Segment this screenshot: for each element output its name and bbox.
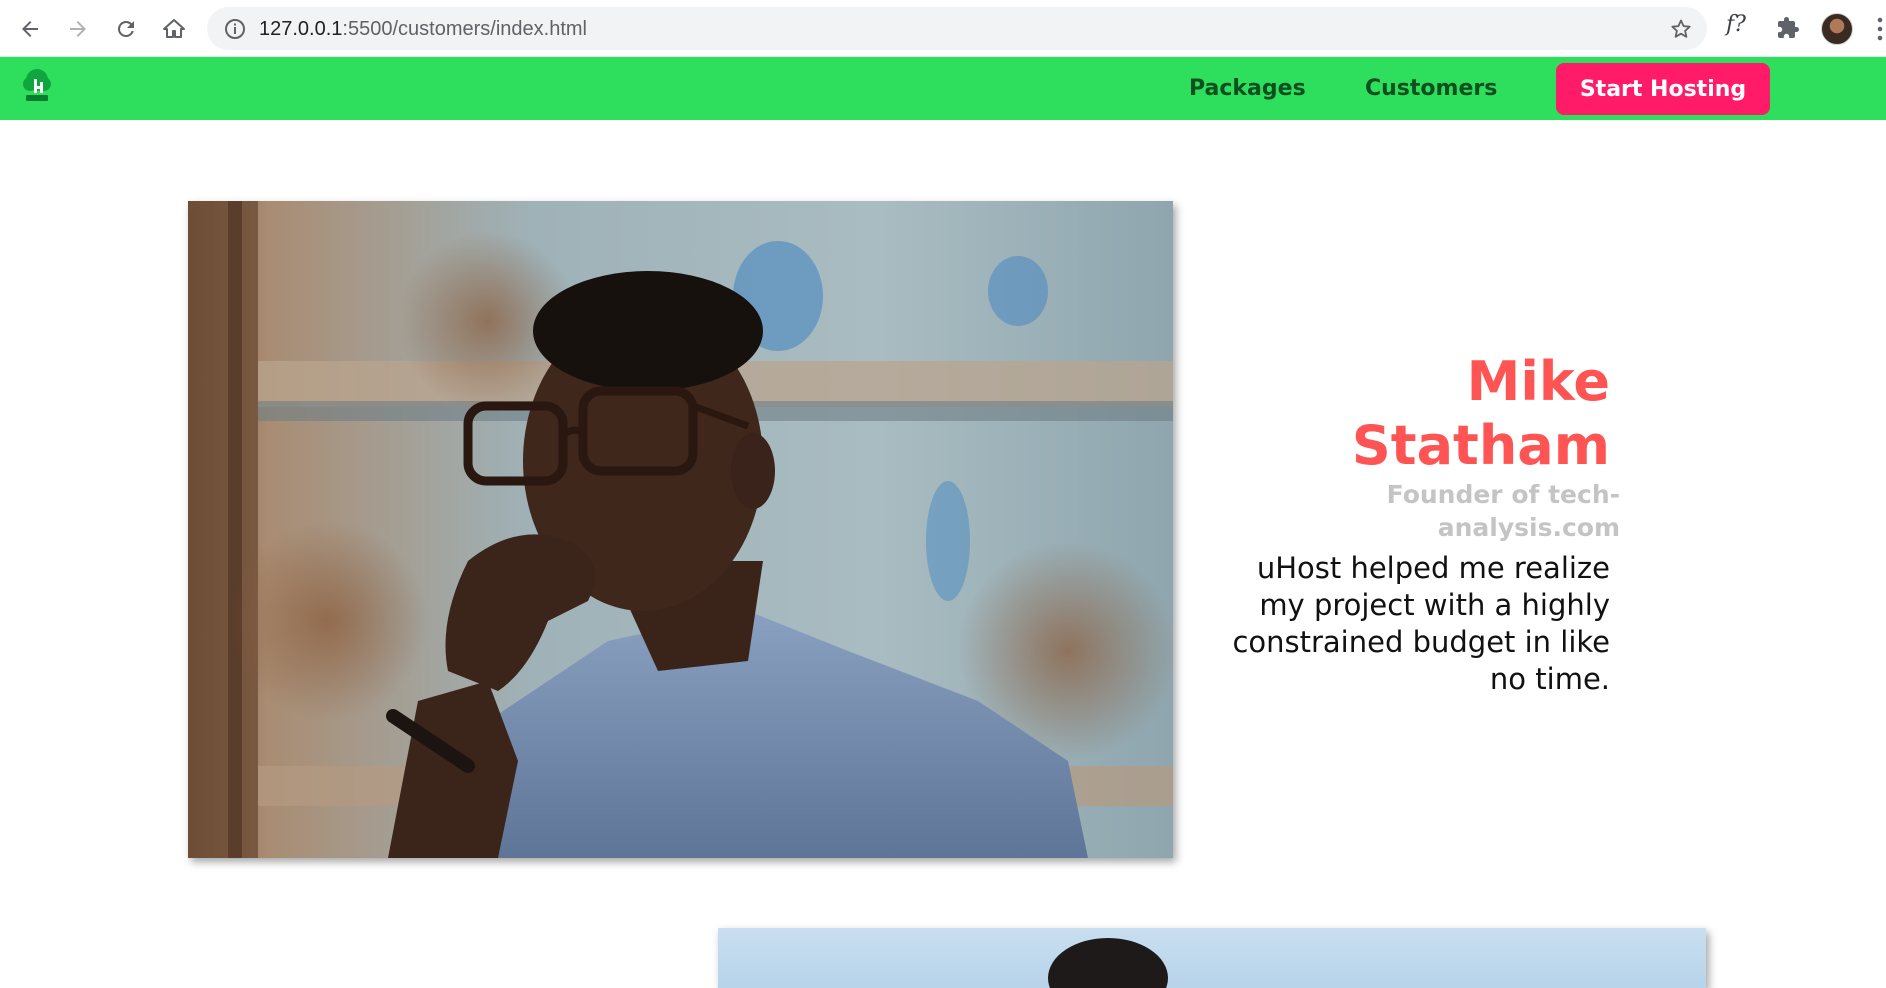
home-icon [163, 19, 185, 38]
address-bar[interactable]: 127.0.0.1:5500/customers/index.html [207, 7, 1707, 50]
home-button[interactable] [158, 13, 190, 45]
testimonial-text: Mike Statham Founder of tech- analysis.c… [1190, 350, 1620, 698]
forward-button[interactable] [62, 13, 94, 45]
address-url[interactable]: 127.0.0.1:5500/customers/index.html [259, 17, 587, 41]
customer-quote-line: constrained budget in like [1232, 625, 1610, 659]
url-host: 127.0.0.1 [259, 18, 343, 40]
url-path: :5500/customers/index.html [342, 18, 587, 40]
profile-avatar[interactable] [1821, 13, 1853, 45]
customer-role-line-2: analysis.com [1437, 513, 1620, 542]
browser-menu-icon[interactable] [1874, 16, 1886, 42]
customer-quote: uHost helped me realize my project with … [1190, 550, 1614, 698]
uhost-logo-icon[interactable] [20, 67, 54, 105]
next-customer-hair [1048, 938, 1168, 988]
customer-quote-line: uHost helped me realize [1256, 551, 1610, 585]
reload-button[interactable] [110, 13, 142, 45]
site-header: Packages Customers Start Hosting [0, 57, 1886, 120]
bookmark-star-icon[interactable] [1669, 17, 1693, 41]
forward-arrow-icon [70, 21, 86, 37]
extension-f-button[interactable]: f? [1726, 12, 1746, 37]
back-arrow-icon [22, 21, 38, 37]
customer-role: Founder of tech- analysis.com [1190, 478, 1620, 544]
customer-name: Mike Statham [1190, 350, 1614, 478]
back-button[interactable] [14, 13, 46, 45]
customer-quote-line: no time. [1489, 662, 1610, 696]
nav-customers-link[interactable]: Customers [1365, 76, 1497, 101]
start-hosting-button[interactable]: Start Hosting [1556, 63, 1770, 115]
reload-icon [117, 20, 134, 37]
nav-packages-link[interactable]: Packages [1189, 76, 1306, 101]
customer-name-line-2: Statham [1351, 414, 1610, 477]
extensions-puzzle-icon[interactable] [1776, 16, 1800, 40]
customer-role-line-1: Founder of tech- [1386, 480, 1620, 509]
customer-name-line-1: Mike [1466, 350, 1610, 413]
customer-photo [188, 201, 1173, 858]
site-info-icon[interactable] [223, 17, 247, 41]
next-customer-photo [718, 928, 1706, 988]
browser-toolbar: 127.0.0.1:5500/customers/index.html f? [0, 0, 1886, 57]
customer-quote-line: my project with a highly [1259, 588, 1610, 622]
